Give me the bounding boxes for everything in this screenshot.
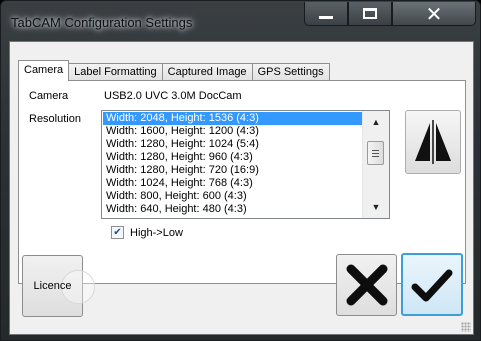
cancel-x-icon xyxy=(346,264,387,306)
sort-high-low-row[interactable]: ✔ High->Low xyxy=(111,226,183,239)
resolution-scrollbar[interactable]: ▲ ▼ xyxy=(362,111,389,218)
scroll-down-button[interactable]: ▼ xyxy=(363,198,389,216)
cancel-button[interactable] xyxy=(336,254,397,316)
scroll-up-button[interactable]: ▲ xyxy=(363,113,389,131)
grip-line xyxy=(372,155,379,157)
config-window: TabCAM Configuration Settings ✕ Camera L… xyxy=(0,0,481,341)
resolution-label: Resolution xyxy=(29,113,81,125)
close-icon: ✕ xyxy=(425,1,443,26)
window-title: TabCAM Configuration Settings xyxy=(11,15,193,30)
tab-captured-image[interactable]: Captured Image xyxy=(161,63,253,81)
resolution-option[interactable]: Width: 2048, Height: 1536 (4:3) xyxy=(103,112,362,125)
resolution-option[interactable]: Width: 1280, Height: 1024 (5:4) xyxy=(103,138,362,151)
tab-gps-settings[interactable]: GPS Settings xyxy=(251,63,330,81)
resolution-option[interactable]: Width: 800, Height: 600 (4:3) xyxy=(103,190,362,203)
licence-button[interactable]: Licence xyxy=(22,255,95,317)
licence-label: Licence xyxy=(33,280,72,292)
maximize-icon xyxy=(363,8,377,19)
arrow-down-icon: ▼ xyxy=(371,202,381,212)
tab-label-formatting[interactable]: Label Formatting xyxy=(68,63,163,81)
camera-label: Camera xyxy=(29,90,69,102)
resolution-listbox[interactable]: Width: 2048, Height: 1536 (4:3) Width: 1… xyxy=(101,110,390,219)
minimize-button[interactable] xyxy=(304,2,348,26)
camera-name-value: USB2.0 UVC 3.0M DocCam xyxy=(104,90,242,102)
flip-image-button[interactable] xyxy=(405,110,461,174)
resolution-option[interactable]: Width: 1024, Height: 768 (4:3) xyxy=(103,177,362,190)
camera-tab-panel: Camera USB2.0 UVC 3.0M DocCam Resolution… xyxy=(18,80,466,284)
grip-line xyxy=(372,152,379,154)
resolution-option[interactable]: Width: 1280, Height: 960 (4:3) xyxy=(103,151,362,164)
resize-grip[interactable] xyxy=(461,322,471,332)
arrow-up-icon: ▲ xyxy=(371,117,381,127)
resolution-option[interactable]: Width: 640, Height: 480 (4:3) xyxy=(103,203,362,216)
minimize-icon xyxy=(319,16,333,19)
dialog-client-area: Camera Label Formatting Captured Image G… xyxy=(9,41,474,335)
flip-horizontal-icon xyxy=(415,120,451,164)
resolution-list-items: Width: 2048, Height: 1536 (4:3) Width: 1… xyxy=(103,112,362,216)
grip-line xyxy=(372,149,379,151)
tab-strip: Camera Label Formatting Captured Image G… xyxy=(18,60,330,81)
sort-high-low-label: High->Low xyxy=(130,226,183,239)
sort-high-low-checkbox[interactable]: ✔ xyxy=(111,226,124,239)
checkmark-icon xyxy=(411,269,453,301)
scroll-thumb[interactable] xyxy=(367,141,384,165)
resolution-option[interactable]: Width: 1600, Height: 1200 (4:3) xyxy=(103,125,362,138)
ok-button[interactable] xyxy=(401,253,463,316)
tab-camera[interactable]: Camera xyxy=(18,60,70,81)
maximize-button[interactable] xyxy=(348,2,392,26)
resolution-option[interactable]: Width: 1280, Height: 720 (16:9) xyxy=(103,164,362,177)
close-button[interactable]: ✕ xyxy=(392,2,476,26)
